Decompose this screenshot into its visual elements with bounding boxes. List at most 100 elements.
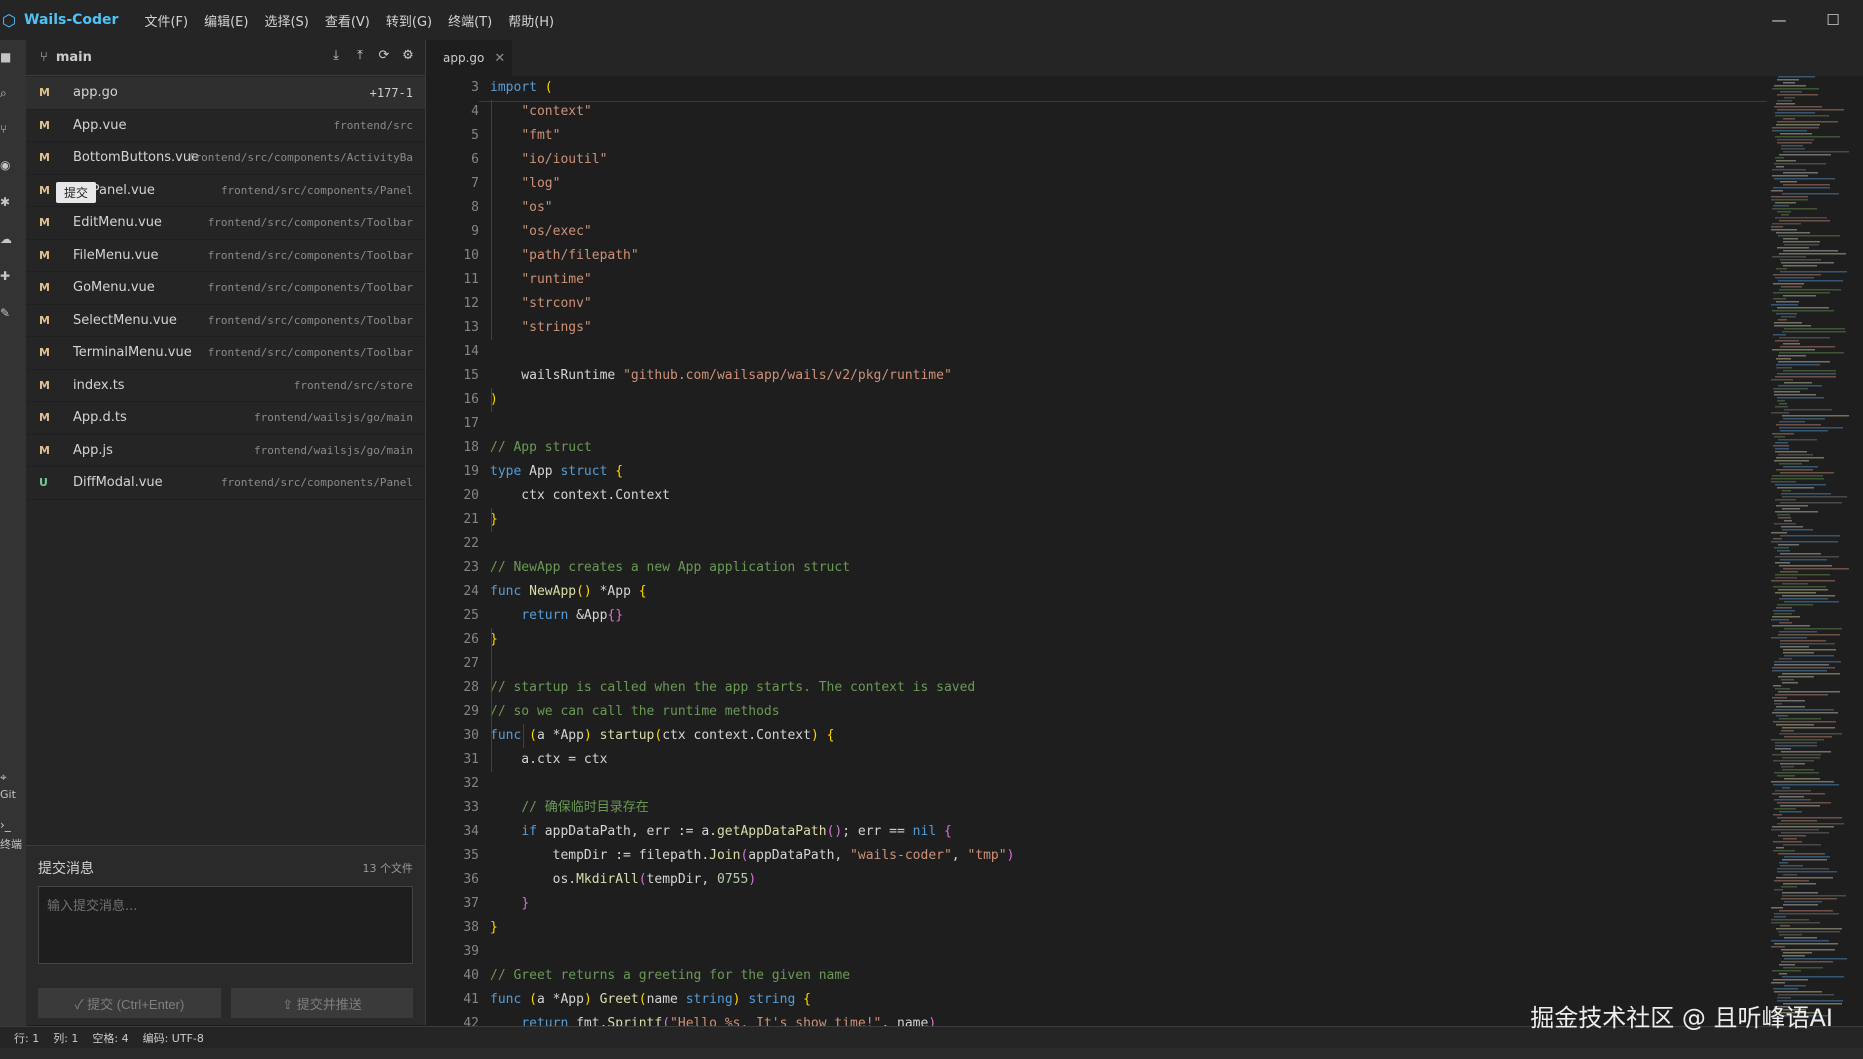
code-line[interactable]: } (490, 892, 1014, 916)
status-item[interactable]: 编码: UTF-8 (143, 1030, 204, 1046)
file-row[interactable]: M SelectMenu.vue frontend/src/components/T… (26, 305, 425, 337)
code-line[interactable]: // Greet returns a greeting for the give… (490, 964, 1014, 988)
code-content[interactable]: import ( "context" "fmt" "io/ioutil" "lo… (490, 76, 1014, 1026)
eye-icon[interactable]: ◉ (0, 158, 12, 174)
tab-app-go[interactable]: app.go ✕ (427, 40, 512, 76)
status-item[interactable]: 行: 1 (14, 1030, 39, 1046)
file-row[interactable]: M TerminalMenu.vue frontend/src/components… (26, 337, 425, 370)
file-row[interactable]: M App.js frontend/wailsjs/go/main (26, 435, 425, 467)
code-line[interactable]: "runtime" (490, 268, 1014, 292)
code-line[interactable]: // 确保临时目录存在 (490, 796, 1014, 820)
code-line[interactable]: ) (490, 388, 1014, 412)
minimap-line (1772, 310, 1834, 312)
extensions-icon[interactable]: ✚ (0, 269, 12, 285)
code-line[interactable]: a.ctx = ctx (490, 748, 1014, 772)
line-number: 10 (463, 248, 479, 263)
file-row[interactable]: U DiffModal.vue frontend/src/components/Pa… (26, 467, 425, 500)
code-line[interactable]: wailsRuntime "github.com/wailsapp/wails/… (490, 364, 1014, 388)
status-item[interactable]: 空格: 4 (92, 1030, 128, 1046)
code-line[interactable]: "io/ioutil" (490, 148, 1014, 172)
file-row[interactable]: Mindex.ts frontend/src/store (26, 370, 425, 402)
code-line[interactable] (490, 940, 1014, 964)
minimap-line (1774, 700, 1805, 702)
pull-icon[interactable]: ⤓ (329, 48, 343, 64)
menu-item[interactable]: 选择(S) (256, 11, 316, 30)
minimap-line (1782, 331, 1846, 333)
file-row[interactable]: M BottomButtons.vue frontend/src/component… (26, 142, 425, 175)
code-line[interactable]: } (490, 628, 1014, 652)
push-icon[interactable]: ⤒ (353, 48, 367, 64)
code-line[interactable]: tempDir := filepath.Join(appDataPath, "w… (490, 844, 1015, 868)
code-line[interactable]: "strconv" (490, 292, 1014, 316)
code-line[interactable] (490, 772, 1014, 796)
menu-item[interactable]: 帮助(H) (500, 11, 562, 30)
file-row[interactable]: M EditMenu.vue frontend/src/components/Too… (26, 207, 425, 240)
source-control-icon[interactable]: ⑂ (0, 122, 12, 138)
close-icon[interactable]: ✕ (494, 51, 505, 66)
code-line[interactable] (490, 412, 1014, 436)
menu-item[interactable]: 终端(T) (440, 11, 500, 30)
code-line[interactable] (490, 340, 1014, 364)
explorer-icon[interactable]: ■ (0, 50, 12, 66)
code-line[interactable]: "os" (490, 196, 1014, 220)
menu-item[interactable]: 文件(F) (136, 11, 196, 30)
commit-button[interactable]: ✓ 提交 (Ctrl+Enter) (38, 988, 221, 1018)
tools-icon[interactable]: ✎ (0, 306, 12, 322)
search-icon[interactable]: ⌕ (0, 86, 12, 102)
bug-icon[interactable]: ✱ (0, 195, 12, 211)
commit-message-input[interactable] (38, 886, 413, 964)
minimize-button[interactable]: — (1769, 11, 1789, 29)
code-line[interactable]: // so we can call the runtime methods (490, 700, 1014, 724)
menu-item[interactable]: 编辑(E) (196, 11, 256, 30)
code-line[interactable]: func (a *App) startup(ctx context.Contex… (490, 724, 1014, 748)
code-line[interactable]: } (490, 916, 1014, 940)
code-line[interactable]: func NewApp() *App { (490, 580, 1014, 604)
menu-item[interactable]: 查看(V) (317, 11, 378, 30)
file-row[interactable]: Mapp.go +177-1 (26, 77, 425, 110)
minimap-line (1775, 574, 1830, 576)
code-editor[interactable]: 3 4 5 6 7 8 9 10 11 12 13 14 15 16 17 18 19 20 21 22 23 24 25 2… (427, 76, 1767, 1026)
minimap-line (1782, 769, 1814, 771)
settings-icon[interactable]: ⚙ (401, 48, 415, 64)
code-line[interactable]: ctx context.Context (490, 484, 1014, 508)
refresh-icon[interactable]: ⟳ (377, 48, 391, 64)
terminal-icon[interactable]: ›_ (0, 818, 12, 834)
git-icon[interactable]: ⌖ (0, 770, 12, 786)
code-line[interactable]: "context" (490, 100, 1014, 124)
file-row[interactable]: M App.d.ts frontend/wailsjs/go/main (26, 402, 425, 435)
status-item[interactable]: 列: 1 (53, 1030, 78, 1046)
code-line[interactable]: func (a *App) Greet(name string) string … (490, 988, 1014, 1012)
code-line[interactable]: if appDataPath, err := a.getAppDataPath(… (490, 820, 1014, 844)
code-line[interactable]: import ( (490, 76, 1014, 100)
code-line[interactable]: "log" (490, 172, 1014, 196)
code-line[interactable]: "strings" (490, 316, 1014, 340)
minimap-line (1778, 319, 1787, 321)
code-line[interactable]: "fmt" (490, 124, 1014, 148)
git-label[interactable]: Git (0, 788, 16, 801)
file-row[interactable]: M GoMenu.vue frontend/src/components/Toolb… (26, 272, 425, 305)
file-row[interactable]: M App.vue frontend/src (26, 110, 425, 142)
terminal-label[interactable]: 终端 (0, 836, 22, 852)
code-line[interactable]: // startup is called when the app starts… (490, 676, 1014, 700)
minimap-line (1775, 556, 1839, 558)
code-line[interactable]: } (490, 508, 1014, 532)
branch-name[interactable]: main (56, 50, 92, 65)
minimap-line (1772, 130, 1807, 132)
code-line[interactable] (490, 532, 1014, 556)
minimap-line (1776, 364, 1820, 366)
code-line[interactable]: type App struct { (490, 460, 1014, 484)
menu-item[interactable]: 转到(G) (378, 11, 440, 30)
minimap[interactable] (1767, 76, 1863, 1026)
commit-and-push-button[interactable]: ⇪ 提交并推送 (231, 988, 413, 1018)
maximize-button[interactable]: ☐ (1823, 11, 1843, 29)
code-line[interactable] (490, 652, 1014, 676)
code-line[interactable]: return &App{} (490, 604, 1014, 628)
code-line[interactable]: "path/filepath" (490, 244, 1014, 268)
code-line[interactable]: os.MkdirAll(tempDir, 0755) (490, 868, 1014, 892)
code-line[interactable]: "os/exec" (490, 220, 1014, 244)
code-line[interactable]: return fmt.Sprintf("Hello %s, It's show … (490, 1012, 1014, 1026)
code-line[interactable]: // NewApp creates a new App application … (490, 556, 1014, 580)
code-line[interactable]: // App struct (490, 436, 1014, 460)
cloud-icon[interactable]: ☁ (0, 232, 12, 248)
file-row[interactable]: M FileMenu.vue frontend/src/components/Too… (26, 240, 425, 272)
